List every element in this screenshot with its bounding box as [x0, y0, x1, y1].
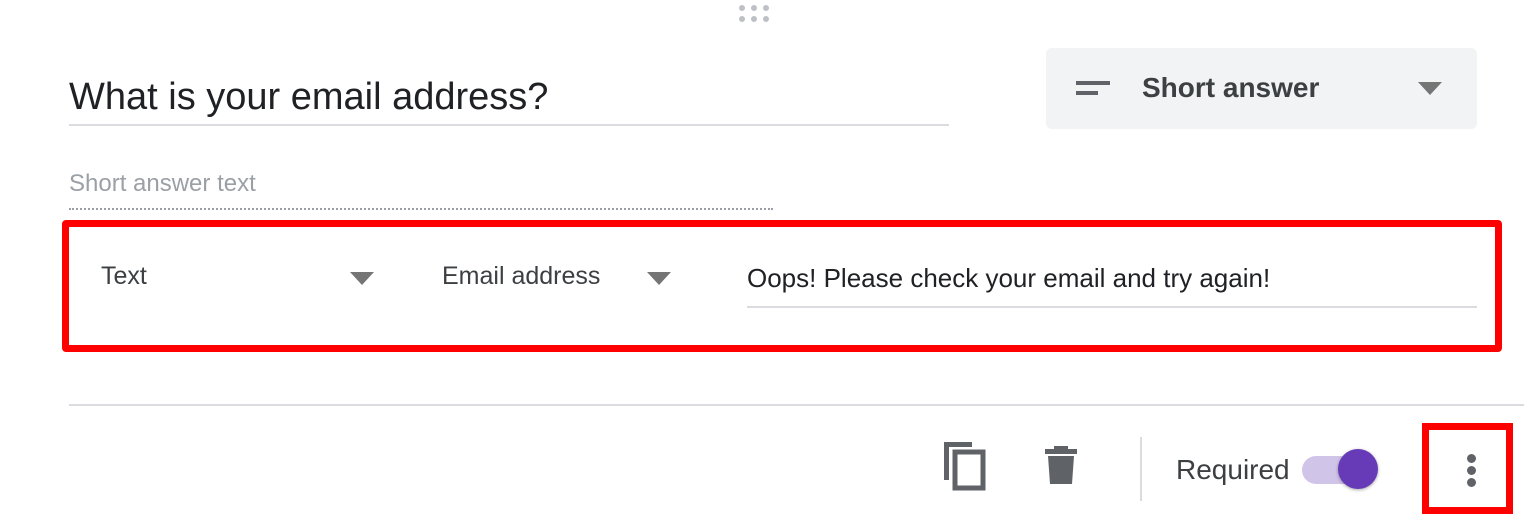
delete-button[interactable]: [1036, 440, 1086, 492]
chevron-down-icon: [1418, 82, 1442, 101]
chevron-down-icon: [350, 272, 374, 291]
required-toggle[interactable]: [1302, 446, 1382, 492]
drag-handle[interactable]: [738, 4, 774, 24]
toggle-thumb: [1338, 449, 1378, 489]
validation-type-label: Text: [101, 262, 147, 290]
question-type-label: Short answer: [1142, 72, 1320, 103]
question-title-input[interactable]: What is your email address?: [69, 72, 949, 126]
custom-error-text-input[interactable]: Oops! Please check your email and try ag…: [747, 258, 1477, 308]
copy-icon: [938, 442, 992, 498]
required-label: Required: [1176, 454, 1290, 485]
duplicate-button[interactable]: [938, 438, 992, 494]
chevron-down-icon: [647, 272, 671, 291]
trash-icon: [1036, 446, 1086, 496]
more-options-button[interactable]: [1456, 448, 1488, 492]
short-text-lines-icon: [1076, 79, 1112, 102]
short-answer-placeholder: Short answer text: [69, 166, 773, 210]
validation-condition-dropdown[interactable]: Email address: [442, 258, 682, 298]
validation-type-dropdown[interactable]: Text: [101, 258, 381, 298]
validation-condition-label: Email address: [442, 262, 601, 290]
footer-divider: [69, 404, 1524, 406]
question-type-dropdown[interactable]: Short answer: [1046, 48, 1477, 129]
footer-vertical-divider: [1140, 437, 1142, 501]
